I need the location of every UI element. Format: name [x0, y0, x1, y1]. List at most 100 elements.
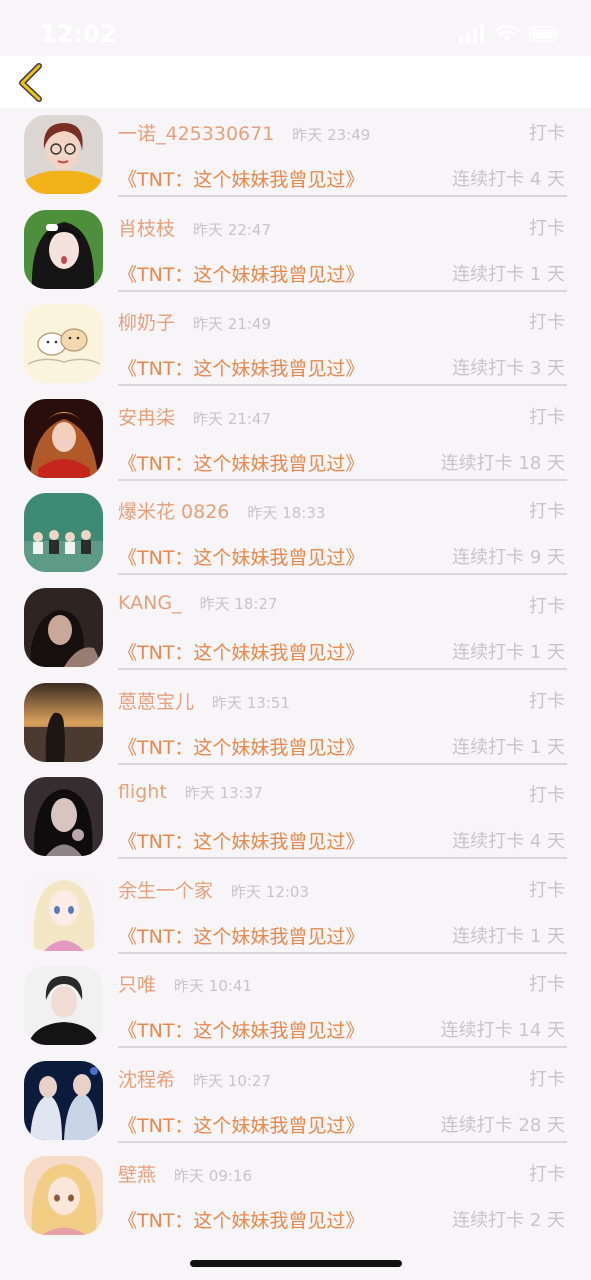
avatar[interactable]: [24, 209, 103, 289]
status-bar: 12:02: [0, 0, 591, 56]
checkin-label: 打卡: [529, 123, 565, 144]
checkin-time: 昨天 23:49: [292, 126, 371, 144]
checkin-label: 打卡: [529, 595, 565, 617]
list-item[interactable]: 爆米花 0826 昨天 18:33 打卡 《TNT：这个妹妹我曾见过》 连续打卡…: [0, 486, 591, 581]
checkin-label: 打卡: [529, 406, 565, 428]
list-item[interactable]: KANG_ 昨天 18:27 打卡 《TNT：这个妹妹我曾见过》 连续打卡 1 …: [0, 581, 591, 676]
divider: [118, 857, 567, 860]
user-name[interactable]: 柳奶子: [118, 308, 175, 335]
list-item[interactable]: 只唯 昨天 10:41 打卡 《TNT：这个妹妹我曾见过》 连续打卡 14 天: [0, 959, 591, 1054]
streak-count: 连续打卡 1 天: [452, 925, 565, 947]
user-name[interactable]: flight: [118, 781, 167, 803]
checkin-time: 昨天 21:47: [193, 409, 272, 428]
divider: [118, 1046, 567, 1049]
checkin-label: 打卡: [529, 690, 565, 712]
book-title-link[interactable]: 《TNT：这个妹妹我曾见过》: [118, 733, 364, 760]
user-name[interactable]: 沈程希: [118, 1065, 175, 1092]
divider: [118, 384, 567, 387]
user-name[interactable]: 一诺_425330671: [118, 119, 274, 146]
book-title-link[interactable]: 《TNT：这个妹妹我曾见过》: [118, 260, 364, 287]
checkin-time: 昨天 10:27: [193, 1071, 272, 1090]
user-name[interactable]: 蒽蒽宝儿: [118, 687, 194, 714]
signal-icon: [459, 25, 484, 43]
user-name[interactable]: 爆米花 0826: [118, 497, 229, 524]
streak-count: 连续打卡 1 天: [452, 736, 565, 758]
name-line: 余生一个家 昨天 12:03: [118, 876, 309, 902]
streak-count: 连续打卡 9 天: [452, 547, 565, 569]
checkin-time: 昨天 18:33: [247, 504, 326, 523]
checkin-time: 昨天 22:47: [193, 220, 272, 239]
name-line: 柳奶子 昨天 21:49: [118, 308, 271, 334]
divider: [118, 573, 567, 576]
name-line: 壁燕 昨天 09:16: [118, 1160, 252, 1186]
avatar[interactable]: [24, 777, 103, 857]
divider: [118, 667, 567, 670]
divider: [118, 951, 567, 954]
book-title-link[interactable]: 《TNT：这个妹妹我曾见过》: [118, 1016, 364, 1043]
divider: [118, 478, 567, 481]
book-title-link[interactable]: 《TNT：这个妹妹我曾见过》: [118, 449, 364, 476]
avatar[interactable]: [24, 682, 103, 762]
avatar[interactable]: [24, 398, 103, 478]
streak-count: 连续打卡 4 天: [452, 831, 565, 853]
streak-count: 连续打卡 14 天: [440, 1020, 565, 1042]
avatar[interactable]: [24, 304, 103, 384]
avatar[interactable]: [24, 871, 103, 951]
avatar[interactable]: [24, 115, 103, 194]
checkin-label: 打卡: [529, 217, 565, 239]
divider: [118, 195, 567, 197]
checkin-time: 昨天 09:16: [174, 1166, 253, 1185]
list-item[interactable]: 蒽蒽宝儿 昨天 13:51 打卡 《TNT：这个妹妹我曾见过》 连续打卡 1 天: [0, 676, 591, 771]
checkin-time: 昨天 13:37: [184, 784, 263, 803]
list-item[interactable]: 安冉柒 昨天 21:47 打卡 《TNT：这个妹妹我曾见过》 连续打卡 18 天: [0, 392, 591, 487]
book-title-link[interactable]: 《TNT：这个妹妹我曾见过》: [118, 1111, 364, 1138]
user-name[interactable]: 肖枝枝: [118, 214, 175, 241]
user-name[interactable]: KANG_: [118, 592, 182, 614]
book-title-link[interactable]: 《TNT：这个妹妹我曾见过》: [118, 638, 364, 665]
name-line: KANG_ 昨天 18:27: [118, 592, 278, 618]
list-item[interactable]: 一诺_425330671 昨天 23:49 打卡 《TNT：这个妹妹我曾见过》 …: [0, 108, 591, 203]
book-title-link[interactable]: 《TNT：这个妹妹我曾见过》: [118, 165, 364, 192]
user-name[interactable]: 壁燕: [118, 1160, 156, 1187]
back-button[interactable]: [12, 62, 52, 102]
book-title-link[interactable]: 《TNT：这个妹妹我曾见过》: [118, 1206, 364, 1233]
checkin-label: 打卡: [529, 1163, 565, 1185]
book-title-link[interactable]: 《TNT：这个妹妹我曾见过》: [118, 827, 364, 854]
name-line: 只唯 昨天 10:41: [118, 970, 252, 996]
home-indicator[interactable]: [190, 1260, 402, 1267]
checkin-label: 打卡: [529, 1068, 565, 1090]
avatar[interactable]: [24, 493, 103, 573]
list-item[interactable]: 柳奶子 昨天 21:49 打卡 《TNT：这个妹妹我曾见过》 连续打卡 3 天: [0, 297, 591, 392]
streak-count: 连续打卡 2 天: [452, 1209, 565, 1231]
checkin-time: 昨天 21:49: [193, 315, 272, 334]
list-item[interactable]: 沈程希 昨天 10:27 打卡 《TNT：这个妹妹我曾见过》 连续打卡 28 天: [0, 1054, 591, 1149]
name-line: 一诺_425330671 昨天 23:49: [118, 119, 370, 145]
book-title-link[interactable]: 《TNT：这个妹妹我曾见过》: [118, 354, 364, 381]
list-item[interactable]: flight 昨天 13:37 打卡 《TNT：这个妹妹我曾见过》 连续打卡 4…: [0, 770, 591, 865]
name-line: 安冉柒 昨天 21:47: [118, 403, 271, 429]
streak-count: 连续打卡 1 天: [452, 641, 565, 663]
avatar[interactable]: [24, 1155, 103, 1235]
divider: [118, 762, 567, 765]
checkin-label: 打卡: [529, 974, 565, 996]
avatar[interactable]: [24, 966, 103, 1046]
name-line: 沈程希 昨天 10:27: [118, 1065, 271, 1091]
status-icons: [459, 24, 559, 44]
user-name[interactable]: 余生一个家: [118, 876, 213, 903]
divider: [118, 289, 567, 292]
status-time: 12:02: [40, 20, 117, 48]
book-title-link[interactable]: 《TNT：这个妹妹我曾见过》: [118, 922, 364, 949]
list-item[interactable]: 余生一个家 昨天 12:03 打卡 《TNT：这个妹妹我曾见过》 连续打卡 1 …: [0, 865, 591, 960]
battery-icon: [529, 26, 559, 42]
divider: [118, 1140, 567, 1143]
avatar[interactable]: [24, 587, 103, 667]
checkin-time: 昨天 13:51: [212, 693, 291, 712]
user-name[interactable]: 安冉柒: [118, 403, 175, 430]
checkin-record-list: 一诺_425330671 昨天 23:49 打卡 《TNT：这个妹妹我曾见过》 …: [0, 108, 591, 1243]
book-title-link[interactable]: 《TNT：这个妹妹我曾见过》: [118, 543, 364, 570]
list-item[interactable]: 肖枝枝 昨天 22:47 打卡 《TNT：这个妹妹我曾见过》 连续打卡 1 天: [0, 203, 591, 298]
user-name[interactable]: 只唯: [118, 970, 156, 997]
streak-count: 连续打卡 3 天: [452, 358, 565, 380]
list-item[interactable]: 壁燕 昨天 09:16 打卡 《TNT：这个妹妹我曾见过》 连续打卡 2 天: [0, 1149, 591, 1244]
avatar[interactable]: [24, 1060, 103, 1140]
